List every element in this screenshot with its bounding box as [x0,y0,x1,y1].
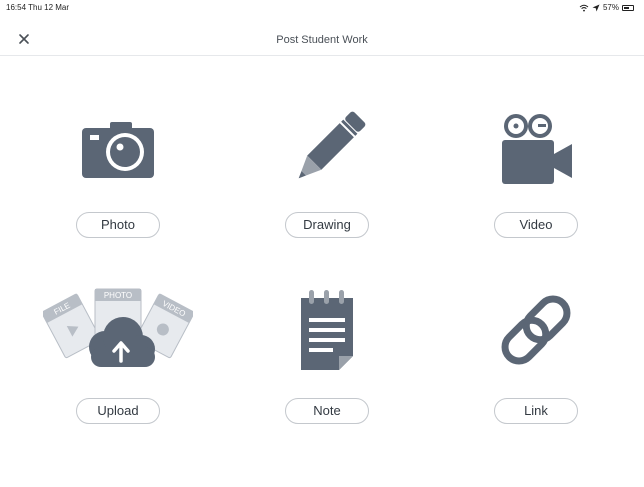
status-time: 16:54 Thu 12 Mar [6,3,69,12]
notepad-icon [252,280,402,380]
photo-card-label: PHOTO [104,291,132,300]
status-clock: 16:54 [6,3,27,12]
wifi-icon [579,4,589,11]
battery-icon [622,4,634,11]
option-upload[interactable]: FILE PHOTO VIDEO Upload [43,244,193,424]
option-video[interactable]: Video [461,60,611,238]
option-link[interactable]: Link [461,244,611,424]
option-note[interactable]: Note [252,244,402,424]
upload-button[interactable]: Upload [76,398,160,424]
video-button[interactable]: Video [494,212,578,238]
location-icon [592,4,600,11]
status-date: Thu 12 Mar [28,3,70,12]
video-camera-icon [461,100,611,200]
link-button[interactable]: Link [494,398,578,424]
nav-bar: Post Student Work [0,28,644,56]
camera-icon [43,100,193,200]
chain-link-icon [461,280,611,380]
option-photo[interactable]: Photo [43,60,193,238]
battery-percent: 57% [602,3,619,12]
note-button[interactable]: Note [285,398,369,424]
photo-button[interactable]: Photo [76,212,160,238]
post-options-grid: Photo Drawing Video FILE PHOTO VIDEO Upl… [0,60,644,460]
page-title: Post Student Work [276,34,368,46]
option-drawing[interactable]: Drawing [252,60,402,238]
pencil-icon [252,100,402,200]
status-indicators: 57% [579,3,634,12]
cloud-upload-icon: FILE PHOTO VIDEO [43,280,193,380]
drawing-button[interactable]: Drawing [285,212,369,238]
status-bar: 16:54 Thu 12 Mar 57% [0,0,644,20]
